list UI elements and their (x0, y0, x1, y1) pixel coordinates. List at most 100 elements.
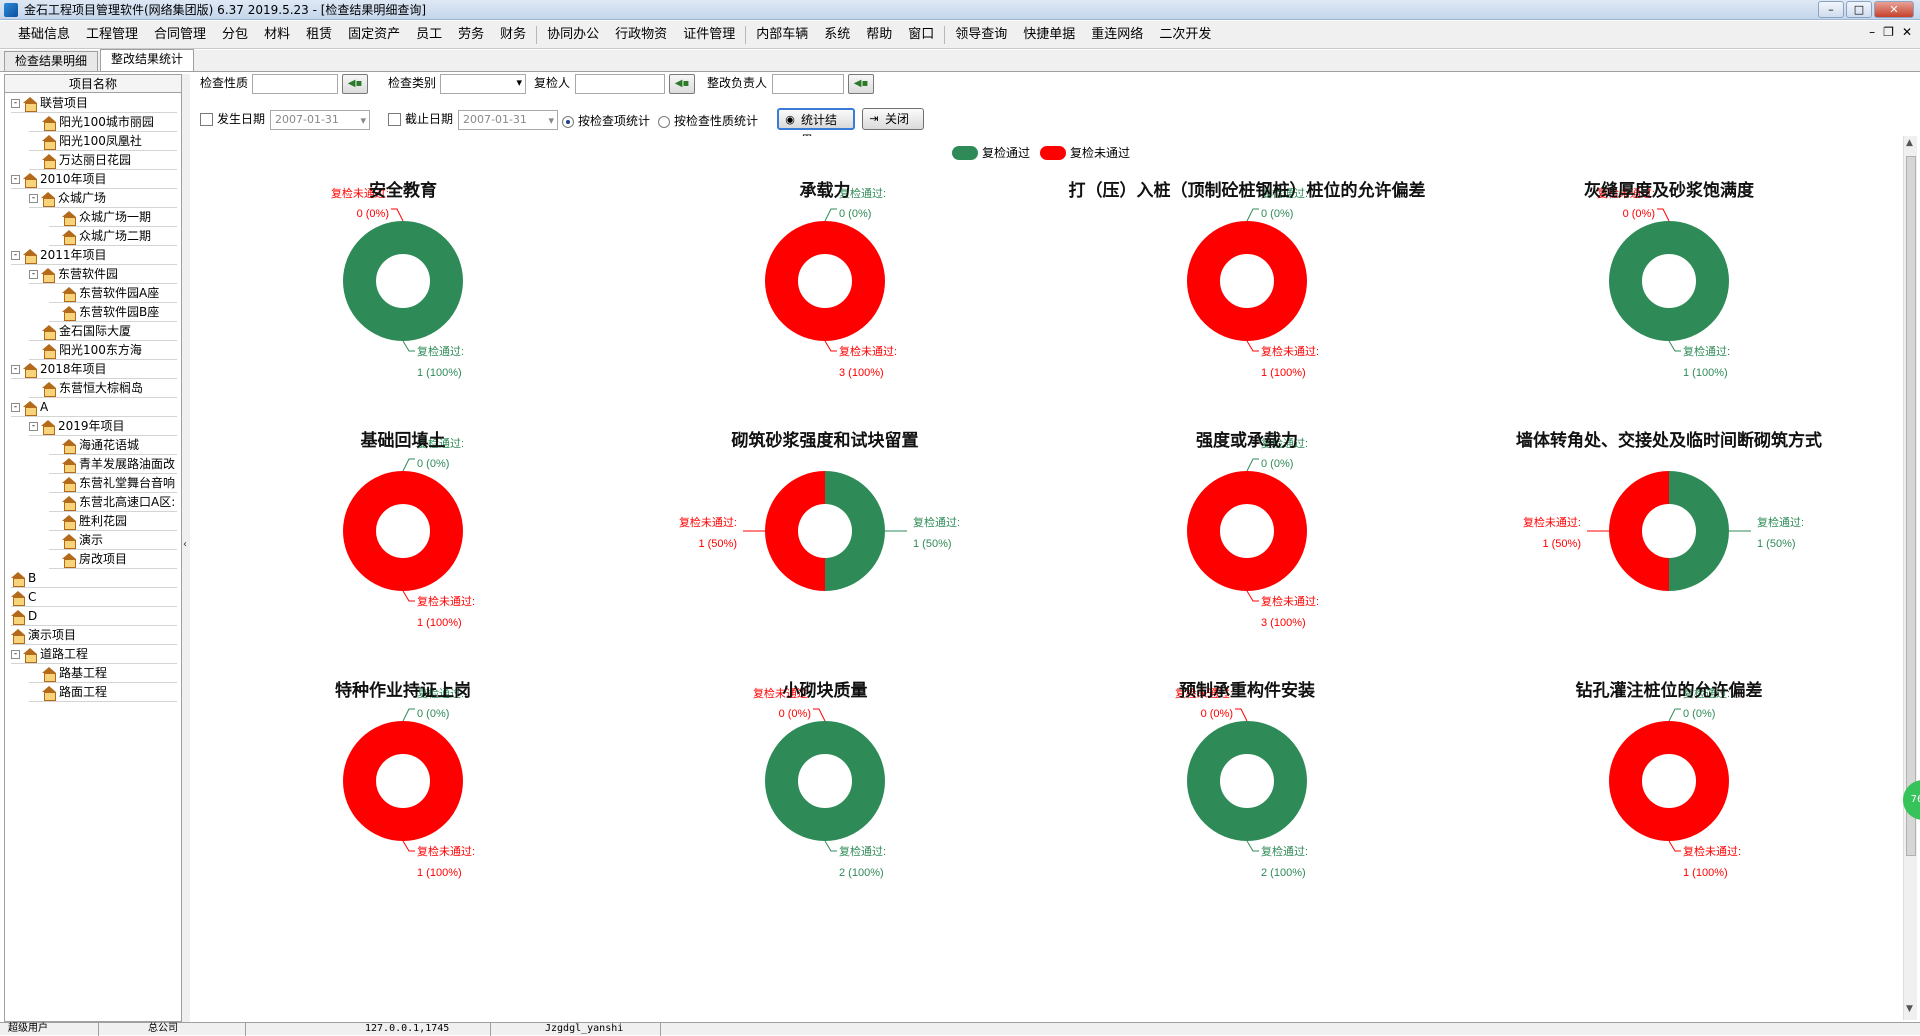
project-tree: 项目名称 - 联营项目 阳光100城市丽园 阳光100凤凰社 万达丽日花园 -2010年项… (4, 74, 182, 1022)
donut-slice-fail (343, 471, 463, 591)
collapse-toggle-icon[interactable]: - (29, 422, 38, 431)
inspect-nature-picker-button[interactable]: ◀▪ (342, 74, 368, 94)
tree-node[interactable]: 房改项目 (49, 550, 177, 569)
chart-title: 打（压）入桩（顶制砼桩钢桩）桩位的允许偏差 (1068, 181, 1426, 201)
menu-item[interactable]: 重连网络 (1083, 21, 1151, 49)
slice-label-value: 1 (100%) (417, 617, 462, 629)
tree-node[interactable]: 众城广场二期 (49, 227, 177, 246)
mdi-restore-button[interactable]: ❐ (1883, 25, 1894, 39)
menu-item[interactable]: 固定资产 (340, 21, 408, 49)
rechecker-input[interactable] (575, 74, 665, 94)
collapse-toggle-icon[interactable]: - (29, 194, 38, 203)
occur-date-checkbox[interactable] (200, 113, 213, 126)
close-button[interactable]: ⇥ 关闭 (862, 108, 924, 130)
occur-date-picker[interactable]: 2007-01-31 (270, 110, 370, 130)
deadline-date-checkbox[interactable] (388, 113, 401, 126)
by-nature-radio[interactable] (658, 116, 670, 128)
menu-item[interactable]: 快捷单据 (1015, 21, 1083, 49)
project-house-icon (23, 249, 37, 264)
scroll-down-icon[interactable]: ▼ (1906, 1004, 1913, 1014)
menu-item[interactable]: 证件管理 (675, 21, 743, 49)
project-house-icon (62, 515, 76, 530)
tree-node[interactable]: -A (11, 398, 177, 417)
deadline-date-picker[interactable]: 2007-01-31 (458, 110, 558, 130)
menu-item[interactable]: 行政物资 (607, 21, 675, 49)
menu-item[interactable]: 帮助 (858, 21, 900, 49)
menu-item[interactable]: 员工 (408, 21, 450, 49)
close-window-button[interactable]: ✕ (1874, 1, 1914, 18)
tree-node[interactable]: 金石国际大厦 (29, 322, 177, 341)
menu-item[interactable]: 协同办公 (539, 21, 607, 49)
menu-item[interactable]: 内部车辆 (748, 21, 816, 49)
tree-node[interactable]: - 2011年项目 (11, 246, 177, 265)
tree-node[interactable]: 东营礼堂舞台音响 (49, 474, 177, 493)
collapse-arrow-icon[interactable]: ‹ (183, 539, 187, 550)
statistics-button[interactable]: ◉ 统计结果 (777, 108, 855, 147)
tree-node[interactable]: 演示 (49, 531, 177, 550)
tree-node[interactable]: 东营软件园A座 (49, 284, 177, 303)
menu-item[interactable]: 财务 (492, 21, 534, 49)
donut-slice-fail (1609, 471, 1669, 591)
tree-node[interactable]: - 东营软件园 (29, 265, 177, 284)
menu-item[interactable]: 材料 (256, 21, 298, 49)
tree-node[interactable]: 青羊发展路油面改 (49, 455, 177, 474)
maximize-button[interactable]: □ (1846, 1, 1872, 18)
tree-node[interactable]: 胜利花园 (49, 512, 177, 531)
slice-label-value: 1 (100%) (1683, 867, 1728, 879)
collapse-toggle-icon[interactable]: - (11, 403, 20, 412)
tree-node[interactable]: - 2019年项目 (29, 417, 177, 436)
mdi-close-button[interactable]: ✕ (1902, 25, 1912, 39)
collapse-toggle-icon[interactable]: - (11, 365, 20, 374)
tree-node[interactable]: 东营北高速口A区: (49, 493, 177, 512)
panel-splitter[interactable]: ‹ (182, 74, 190, 1022)
collapse-toggle-icon[interactable]: - (29, 270, 38, 279)
tree-node[interactable]: 阳光100东方海 (29, 341, 177, 360)
menu-item[interactable]: 基础信息 (10, 21, 78, 49)
mdi-minimize-button[interactable]: – (1869, 25, 1875, 39)
tree-node[interactable]: C (11, 588, 177, 607)
tree-node[interactable]: 东营恒大棕榈岛 (29, 379, 177, 398)
tab-inspection-detail[interactable]: 检查结果明细 (4, 51, 99, 71)
collapse-toggle-icon[interactable]: - (11, 251, 20, 260)
menu-item[interactable]: 租赁 (298, 21, 340, 49)
vertical-scrollbar[interactable]: ▲ ▼ (1903, 136, 1917, 1020)
menu-item[interactable]: 窗口 (900, 21, 942, 49)
menu-item[interactable]: 劳务 (450, 21, 492, 49)
tree-node[interactable]: 海通花语城 (49, 436, 177, 455)
tab-rectify-statistics[interactable]: 整改结果统计 (100, 49, 195, 71)
collapse-toggle-icon[interactable]: - (11, 99, 20, 108)
tree-node[interactable]: 万达丽日花园 (29, 151, 177, 170)
menu-item[interactable]: 分包 (214, 21, 256, 49)
minimize-button[interactable]: – (1818, 1, 1844, 18)
tree-node[interactable]: 演示项目 (11, 626, 177, 645)
tree-node[interactable]: - 道路工程 (11, 645, 177, 664)
slice-label-name: 复检未通过: (417, 594, 475, 608)
collapse-toggle-icon[interactable]: - (11, 175, 20, 184)
menu-item[interactable]: 工程管理 (78, 21, 146, 49)
inspect-type-select[interactable] (440, 74, 526, 94)
tree-node[interactable]: 路基工程 (29, 664, 177, 683)
menu-item[interactable]: 系统 (816, 21, 858, 49)
by-item-radio[interactable] (562, 116, 574, 128)
tree-node[interactable]: 东营软件园B座 (49, 303, 177, 322)
menu-item[interactable]: 合同管理 (146, 21, 214, 49)
collapse-toggle-icon[interactable]: - (11, 650, 20, 659)
tree-node[interactable]: B (11, 569, 177, 588)
menu-item[interactable]: 二次开发 (1151, 21, 1219, 49)
rectify-owner-picker-button[interactable]: ◀▪ (848, 74, 874, 94)
rechecker-picker-button[interactable]: ◀▪ (669, 74, 695, 94)
tree-node[interactable]: - 联营项目 (11, 94, 177, 113)
rectify-owner-input[interactable] (772, 74, 844, 94)
tree-node[interactable]: 路面工程 (29, 683, 177, 702)
scroll-thumb[interactable] (1906, 156, 1916, 856)
scroll-up-icon[interactable]: ▲ (1906, 138, 1913, 148)
tree-node[interactable]: 阳光100城市丽园 (29, 113, 177, 132)
tree-node[interactable]: - 众城广场 (29, 189, 177, 208)
menu-item[interactable]: 领导查询 (947, 21, 1015, 49)
tree-node[interactable]: D (11, 607, 177, 626)
inspect-nature-input[interactable] (252, 74, 338, 94)
tree-node[interactable]: 阳光100凤凰社 (29, 132, 177, 151)
tree-node[interactable]: - 2018年项目 (11, 360, 177, 379)
tree-node[interactable]: 众城广场一期 (49, 208, 177, 227)
tree-node[interactable]: - 2010年项目 (11, 170, 177, 189)
